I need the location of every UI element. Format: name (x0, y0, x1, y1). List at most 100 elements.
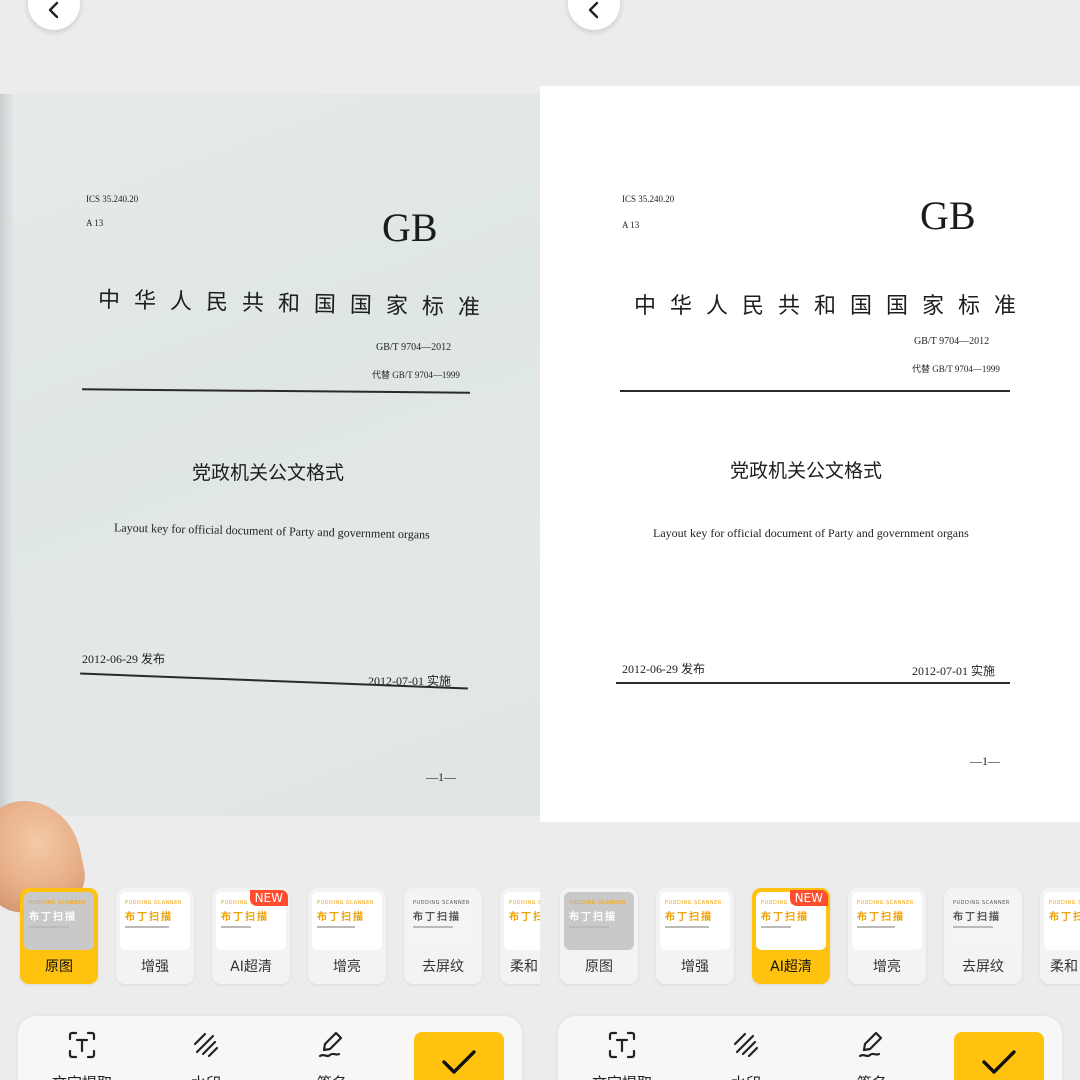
replaces-standard: 代替 GB/T 9704—1999 (912, 364, 1000, 374)
thumb-line (569, 926, 609, 928)
gb-mark: GB (920, 193, 976, 238)
brand-title: 布丁扫描 (761, 912, 809, 923)
back-button[interactable] (568, 0, 620, 30)
filter-enhance[interactable]: PUDDING SCANNER 布丁扫描 增强 (116, 888, 194, 984)
filter-brighten[interactable]: PUDDING SCANNER 布丁扫描 增亮 (308, 888, 386, 984)
filter-label: 原图 (585, 959, 613, 975)
filter-label: AI超清 (770, 959, 812, 975)
brand-text: PUDDING SCANNER (125, 900, 182, 906)
brand-text: PUDDING SCANNER (413, 900, 470, 906)
standard-number: GB/T 9704—2012 (914, 336, 990, 347)
brand-text: PUDDING SCANNER (857, 900, 914, 906)
brand-text: PUDDING SCANNER (29, 900, 86, 906)
filter-soft[interactable]: PUDDING SCANNER 布丁扫描 柔和 (1040, 888, 1080, 984)
filter-ai-hd[interactable]: PUDDING SCANNER 布丁扫描 NEW AI超清 (752, 888, 830, 984)
filter-label: 原图 (45, 959, 73, 975)
brand-title: 布丁扫描 (29, 912, 77, 923)
filter-label: 柔和 (510, 959, 538, 975)
text-extract-button[interactable]: 文字提取 (42, 1030, 122, 1080)
page-number: —1— (426, 770, 456, 784)
tool-label: 签名 (292, 1072, 372, 1080)
check-icon (442, 1050, 476, 1074)
filter-demoire[interactable]: PUDDING SCANNER 布丁扫描 去屏纹 (404, 888, 482, 984)
filter-demoire[interactable]: PUDDING SCANNER 布丁扫描 去屏纹 (944, 888, 1022, 984)
document-preview-enhanced: ICS 35.240.20 A 13 GB 中华人民共和国国家标准 GB/T 9… (540, 86, 1080, 822)
brand-title: 布丁扫描 (317, 912, 365, 923)
brand-text: PUDDING SCANNER (509, 900, 540, 906)
document-title-en: Layout key for official document of Part… (653, 526, 969, 540)
chevron-left-icon (588, 1, 599, 19)
brand-title: 布丁扫描 (665, 912, 713, 923)
filter-thumbnail: PUDDING SCANNER 布丁扫描 (504, 892, 540, 950)
brand-title: 布丁扫描 (857, 912, 905, 923)
filter-original[interactable]: PUDDING SCANNER 布丁扫描 原图 (20, 888, 98, 984)
thumb-line (413, 926, 453, 928)
tool-label: 文字提取 (42, 1072, 122, 1080)
replaces-standard: 代替 GB/T 9704—1999 (372, 370, 460, 380)
publish-date: 2012-06-29 发布 (622, 662, 705, 676)
signature-button[interactable]: 签名 (832, 1030, 912, 1080)
filter-original[interactable]: PUDDING SCANNER 布丁扫描 原图 (560, 888, 638, 984)
brand-title: 布丁扫描 (569, 912, 617, 923)
new-badge: NEW (249, 890, 288, 906)
filter-label: 柔和 (1050, 959, 1078, 975)
watermark-icon (193, 1032, 219, 1058)
watermark-button[interactable]: 水印 (166, 1030, 246, 1080)
filter-thumbnail: PUDDING SCANNER 布丁扫描 (24, 892, 94, 950)
right-panel: ICS 35.240.20 A 13 GB 中华人民共和国国家标准 GB/T 9… (540, 0, 1080, 1080)
signature-icon (858, 1031, 883, 1058)
text-extract-icon (608, 1031, 636, 1059)
tool-label: 水印 (706, 1072, 786, 1080)
filter-thumbnail: PUDDING SCANNER 布丁扫描 (564, 892, 634, 950)
filter-label: AI超清 (230, 959, 272, 975)
filter-thumbnail: PUDDING SCANNER 布丁扫描 (408, 892, 478, 950)
new-badge: NEW (789, 890, 828, 906)
tool-label: 文字提取 (582, 1072, 662, 1080)
filter-brighten[interactable]: PUDDING SCANNER 布丁扫描 增亮 (848, 888, 926, 984)
gb-mark: GB (382, 205, 438, 250)
brand-text: PUDDING SCANNER (665, 900, 722, 906)
signature-button[interactable]: 签名 (292, 1030, 372, 1080)
text-extract-button[interactable]: 文字提取 (582, 1030, 662, 1080)
thumb-line (221, 926, 251, 928)
confirm-button[interactable] (414, 1032, 504, 1080)
thumb-line (761, 926, 791, 928)
filter-label: 增强 (681, 959, 709, 975)
national-standard-title: 中华人民共和国国家标准 (97, 287, 495, 322)
filter-strip: PUDDING SCANNER 布丁扫描 原图 PUDDING SCANNER … (540, 888, 1080, 984)
footer-rule (616, 682, 1010, 684)
check-icon (982, 1050, 1016, 1074)
filter-thumbnail: PUDDING SCANNER 布丁扫描 (660, 892, 730, 950)
brand-text: PUDDING SCANNER (1049, 900, 1080, 906)
brand-text: PUDDING SCANNER (953, 900, 1010, 906)
brand-title: 布丁扫描 (413, 912, 461, 923)
page-number: —1— (970, 754, 1000, 768)
national-standard-title: 中华人民共和国国家标准 (634, 294, 1031, 319)
brand-text: PUDDING SCANNER (317, 900, 374, 906)
watermark-button[interactable]: 水印 (706, 1030, 786, 1080)
left-panel: ICS 35.240.20 A 13 GB 中华人民共和国国家标准 GB/T 9… (0, 0, 540, 1080)
chevron-left-icon (48, 1, 59, 19)
confirm-button[interactable] (954, 1032, 1044, 1080)
filter-soft[interactable]: PUDDING SCANNER 布丁扫描 柔和 (500, 888, 540, 984)
bottom-toolbar: 文字提取 水印 签名 (18, 1016, 522, 1080)
thumb-line (317, 926, 355, 928)
bottom-toolbar: 文字提取 水印 签名 (558, 1016, 1062, 1080)
ics-code: ICS 35.240.20 (86, 194, 139, 204)
filter-thumbnail: PUDDING SCANNER 布丁扫描 (120, 892, 190, 950)
filter-enhance[interactable]: PUDDING SCANNER 布丁扫描 增强 (656, 888, 734, 984)
page-edge (0, 94, 14, 816)
document-title-en: Layout key for official document of Part… (113, 520, 430, 542)
tool-label: 签名 (832, 1072, 912, 1080)
filter-label: 去屏纹 (962, 959, 1004, 975)
filter-thumbnail: PUDDING SCANNER 布丁扫描 (948, 892, 1018, 950)
header-rule (620, 390, 1010, 392)
brand-title: 布丁扫描 (125, 912, 173, 923)
filter-ai-hd[interactable]: PUDDING SCANNER 布丁扫描 NEW AI超清 (212, 888, 290, 984)
filter-label: 增亮 (333, 959, 361, 975)
publish-date: 2012-06-29 发布 (82, 652, 165, 666)
brand-text: PUDDING SCANNER (569, 900, 626, 906)
brand-title: 布丁扫描 (221, 912, 269, 923)
back-button[interactable] (28, 0, 80, 30)
signature-icon (318, 1031, 343, 1058)
